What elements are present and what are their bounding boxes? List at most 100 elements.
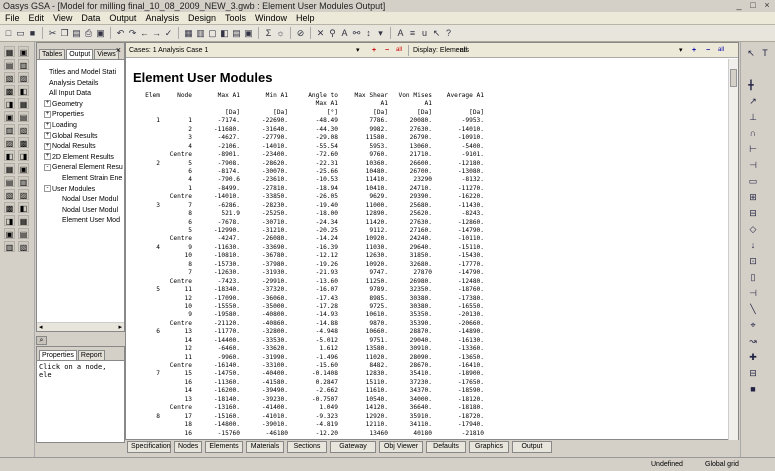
cut-icon[interactable]: ✂ xyxy=(47,28,58,39)
left-tool-icon[interactable]: ▦ xyxy=(18,215,29,226)
preview-icon[interactable]: ▣ xyxy=(95,28,106,39)
bottom-tab-defaults[interactable]: Defaults xyxy=(426,441,466,453)
maximize-icon[interactable]: □ xyxy=(747,0,759,11)
right-tool-icon[interactable]: ⊣ xyxy=(747,160,759,171)
find-replace-icon[interactable]: ⚯ xyxy=(351,28,362,39)
menu-file[interactable]: File xyxy=(0,12,24,24)
filter-icon[interactable]: ▾ xyxy=(375,28,386,39)
display-dropdown-icon[interactable]: ▾ xyxy=(679,46,683,54)
report-icon[interactable]: ▤ xyxy=(231,28,242,39)
open-folder-icon[interactable]: ▭ xyxy=(15,28,26,39)
bottom-tab-elements[interactable]: Elements xyxy=(205,441,243,453)
left-tool-icon[interactable]: ▧ xyxy=(4,72,15,83)
find-icon[interactable]: ⚲ xyxy=(327,28,338,39)
bottom-tab-obj-viewer[interactable]: Obj Viewer xyxy=(379,441,423,453)
menu-edit[interactable]: Edit xyxy=(24,12,49,24)
sort-icon[interactable]: ↕ xyxy=(363,28,374,39)
tab-properties[interactable]: Properties xyxy=(39,350,77,360)
text-icon[interactable]: A xyxy=(395,28,406,39)
bottom-tab-sections[interactable]: Sections xyxy=(287,441,327,453)
print-icon[interactable]: ⎙ xyxy=(83,28,94,39)
tree-item[interactable]: + Nodal Results xyxy=(37,142,124,153)
left-tool-icon[interactable]: ▩ xyxy=(4,85,15,96)
tree-item[interactable]: Element User Mod xyxy=(37,216,124,227)
left-tool-icon[interactable]: ◧ xyxy=(4,150,15,161)
left-tool-icon[interactable]: ▧ xyxy=(18,241,29,252)
right-tool-icon[interactable]: ↗ xyxy=(747,96,759,107)
right-tool-icon[interactable]: ⊢ xyxy=(747,144,759,155)
analysis-icon[interactable]: ☼ xyxy=(275,28,286,39)
close-icon[interactable]: × xyxy=(761,0,773,11)
left-tool-icon[interactable]: ▥ xyxy=(18,59,29,70)
pointer-icon[interactable]: ↖ xyxy=(431,28,442,39)
units-icon[interactable]: u xyxy=(419,28,430,39)
left-tool-icon[interactable]: ▨ xyxy=(18,189,29,200)
expand-icon[interactable]: + xyxy=(44,100,51,108)
layout-icon[interactable]: ▣ xyxy=(243,28,254,39)
bottom-tab-nodes[interactable]: Nodes xyxy=(174,441,202,453)
left-tool-icon[interactable]: ▣ xyxy=(18,163,29,174)
expand-icon[interactable]: + xyxy=(44,153,51,161)
table-view-icon[interactable]: ▦ xyxy=(183,28,194,39)
menu-design[interactable]: Design xyxy=(183,12,220,24)
right-tool-icon[interactable]: ⌖ xyxy=(747,320,759,331)
scroll-thumb[interactable] xyxy=(730,69,737,87)
collapse-icon[interactable]: - xyxy=(44,164,51,171)
left-tool-icon[interactable]: ▩ xyxy=(18,137,29,148)
left-tool-icon[interactable]: ▤ xyxy=(4,176,15,187)
menu-view[interactable]: View xyxy=(48,12,76,24)
all-display-icon[interactable]: all xyxy=(718,47,724,53)
tree-item[interactable]: + Properties xyxy=(37,110,124,121)
tools-icon[interactable]: ✕ xyxy=(315,28,326,39)
paste-icon[interactable]: ▤ xyxy=(71,28,82,39)
chart-icon[interactable]: ◧ xyxy=(219,28,230,39)
tab-output[interactable]: Output xyxy=(66,49,94,59)
tree-item[interactable]: - User Modules xyxy=(37,185,124,196)
left-tool-icon[interactable]: ◧ xyxy=(18,202,29,213)
menu-output[interactable]: Output xyxy=(104,12,140,24)
pin-icon[interactable]: ⌕ xyxy=(36,336,47,345)
font-icon[interactable]: A xyxy=(339,28,350,39)
right-tool-icon[interactable]: ↝ xyxy=(747,336,759,347)
right-tool-icon[interactable]: ■ xyxy=(747,384,759,395)
right-tool-icon[interactable]: ⊣ xyxy=(747,288,759,299)
right-tool-icon[interactable]: ↖ xyxy=(745,48,757,59)
help-icon[interactable]: ? xyxy=(443,28,454,39)
right-tool-icon[interactable]: ⊡ xyxy=(747,256,759,267)
left-tool-icon[interactable]: ▥ xyxy=(18,176,29,187)
left-tool-icon[interactable]: ▨ xyxy=(18,72,29,83)
collapse-icon[interactable]: - xyxy=(44,185,51,193)
right-tool-icon[interactable]: T xyxy=(759,48,771,59)
left-tool-icon[interactable]: ◨ xyxy=(18,150,29,161)
menu-analysis[interactable]: Analysis xyxy=(140,12,183,24)
bottom-tab-graphics[interactable]: Graphics xyxy=(469,441,509,453)
right-tool-icon[interactable]: ╲ xyxy=(747,304,759,315)
left-tool-icon[interactable]: ▥ xyxy=(4,124,15,135)
menu-data[interactable]: Data xyxy=(76,12,104,24)
right-tool-icon[interactable]: ✚ xyxy=(747,352,759,363)
add-display-icon[interactable]: + xyxy=(692,47,696,54)
remove-display-icon[interactable]: − xyxy=(706,47,710,54)
left-tool-icon[interactable]: ▣ xyxy=(18,46,29,57)
right-tool-icon[interactable]: ⊟ xyxy=(747,208,759,219)
left-tool-icon[interactable]: ◧ xyxy=(18,85,29,96)
menu-help[interactable]: Help xyxy=(291,12,319,24)
tree-item[interactable]: Nodal User Modul xyxy=(37,206,124,217)
sum-icon[interactable]: Σ xyxy=(263,28,274,39)
right-tool-icon[interactable]: ⊞ xyxy=(747,192,759,203)
tree-item[interactable]: Titles and Model Stati xyxy=(37,68,124,79)
left-tool-icon[interactable]: ▣ xyxy=(4,228,15,239)
right-tool-icon[interactable]: ⊟ xyxy=(747,368,759,379)
tree-item[interactable]: +2D Element Results xyxy=(37,153,124,164)
tree-horizontal-scrollbar[interactable]: ◂ ▸ xyxy=(37,322,124,331)
back-icon[interactable]: ← xyxy=(139,28,150,39)
bottom-tab-gateway[interactable]: Gateway xyxy=(330,441,376,453)
right-tool-icon[interactable]: ▭ xyxy=(747,176,759,187)
copy-icon[interactable]: ❐ xyxy=(59,28,70,39)
tab-report[interactable]: Report xyxy=(77,350,105,360)
expand-icon[interactable]: + xyxy=(44,142,51,150)
redo-icon[interactable]: ↷ xyxy=(127,28,138,39)
right-tool-icon[interactable]: ⊥ xyxy=(747,112,759,123)
undo-icon[interactable]: ↶ xyxy=(115,28,126,39)
right-tool-icon[interactable]: ∩ xyxy=(747,128,759,139)
